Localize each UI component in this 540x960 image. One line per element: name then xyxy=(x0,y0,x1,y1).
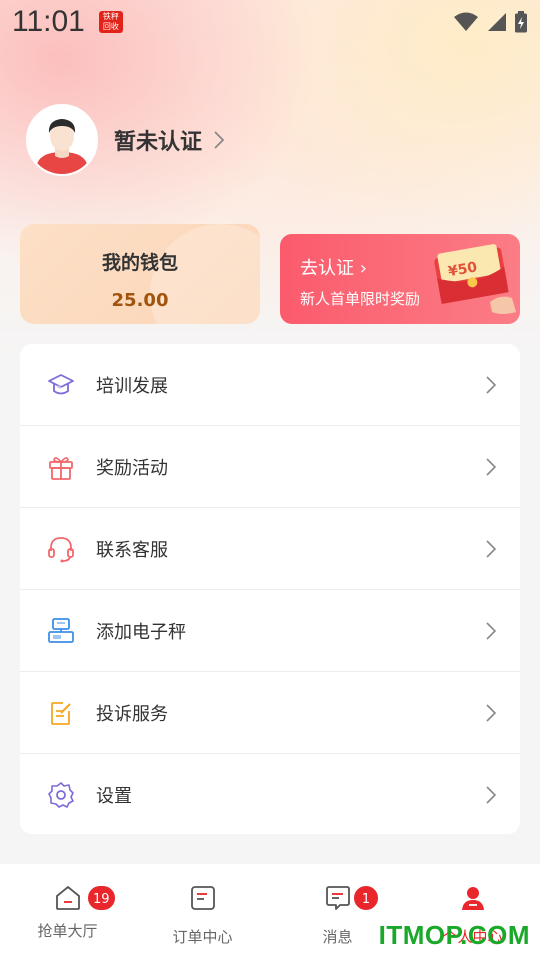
chevron-right-icon xyxy=(486,621,496,640)
person-icon xyxy=(461,887,484,910)
gift-icon xyxy=(46,452,76,482)
headset-icon xyxy=(46,534,76,564)
battery-icon xyxy=(515,11,527,33)
avatar[interactable] xyxy=(26,104,98,176)
chevron-right-icon xyxy=(214,131,225,149)
menu-label: 投诉服务 xyxy=(96,703,168,725)
wifi-icon xyxy=(454,12,478,31)
graduation-cap-icon xyxy=(46,370,76,400)
menu-item-customer-service[interactable]: 联系客服 xyxy=(20,508,520,590)
wallet-card[interactable]: 我的钱包 25.00 xyxy=(20,224,260,324)
chevron-right-icon xyxy=(486,703,496,722)
chevron-right-icon xyxy=(486,786,496,804)
menu-label: 联系客服 xyxy=(96,539,168,561)
watermark: ITMOP.COM xyxy=(378,920,530,950)
app-badge-top: 铁秤 xyxy=(102,12,119,21)
status-time: 11:01 xyxy=(12,5,85,38)
menu-label: 培训发展 xyxy=(96,375,168,397)
home-icon xyxy=(55,886,80,910)
promo-title: 去认证 › xyxy=(300,258,367,279)
profile-header[interactable]: 暂未认证 xyxy=(26,104,225,176)
red-envelope-icon: ¥50 xyxy=(434,244,516,314)
profile-name[interactable]: 暂未认证 xyxy=(114,124,202,156)
chevron-right-icon xyxy=(486,375,496,394)
menu-item-rewards[interactable]: 奖励活动 xyxy=(20,426,520,508)
tab-badge: 19 xyxy=(86,884,117,912)
wallet-title: 我的钱包 xyxy=(101,252,178,274)
app-notification-icon: 铁秤 回收 xyxy=(98,11,123,33)
menu-label: 奖励活动 xyxy=(96,457,168,479)
tab-order-center[interactable]: 订单中心 xyxy=(135,864,270,960)
menu-list: 培训发展 奖励活动 联系客服 添加电子秤 投诉服务 设置 xyxy=(20,344,520,834)
status-bar: 11:01 铁秤 回收 xyxy=(0,0,540,44)
tab-order-hall[interactable]: 抢单大厅 19 xyxy=(0,864,135,960)
wallet-balance: 25.00 xyxy=(111,290,169,311)
tab-badge: 1 xyxy=(352,884,380,912)
order-icon xyxy=(190,886,215,910)
menu-label: 添加电子秤 xyxy=(96,621,186,643)
message-icon xyxy=(325,886,350,910)
menu-item-add-scale[interactable]: 添加电子秤 xyxy=(20,590,520,672)
status-icons xyxy=(454,11,528,33)
menu-label: 设置 xyxy=(96,786,132,807)
tab-label: 抢单大厅 xyxy=(37,922,98,940)
signal-icon xyxy=(488,13,506,31)
tab-label: 订单中心 xyxy=(172,928,233,946)
app-badge-bottom: 回收 xyxy=(102,22,119,31)
menu-item-training[interactable]: 培训发展 xyxy=(20,344,520,426)
gear-icon xyxy=(46,780,76,810)
edit-note-icon xyxy=(46,698,76,728)
promo-subtitle: 新人首单限时奖励 xyxy=(300,290,421,308)
chevron-right-icon xyxy=(486,539,496,558)
verify-promo-card[interactable]: 去认证 › 新人首单限时奖励 ¥50 xyxy=(280,234,520,324)
avatar-icon xyxy=(28,106,96,174)
chevron-right-icon xyxy=(486,457,496,476)
scale-icon xyxy=(46,616,76,646)
menu-item-settings[interactable]: 设置 xyxy=(20,754,520,834)
menu-item-complaint[interactable]: 投诉服务 xyxy=(20,672,520,754)
tab-label: 消息 xyxy=(322,928,353,946)
